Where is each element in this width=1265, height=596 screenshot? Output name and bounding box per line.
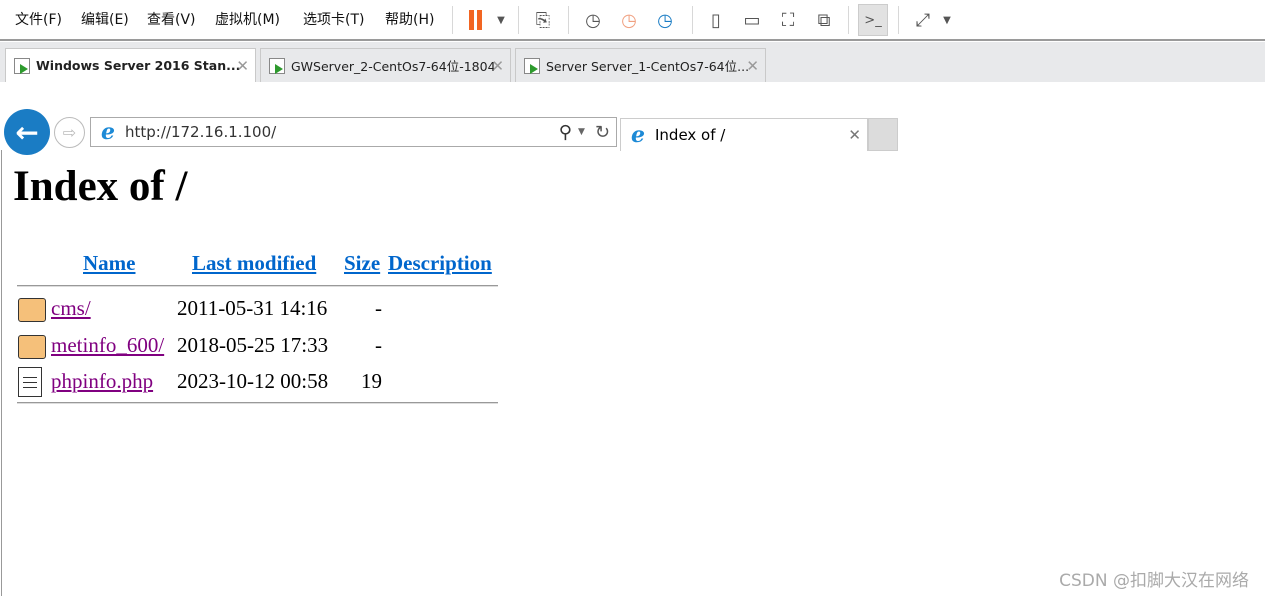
arrow-right-icon: ⇨	[62, 123, 77, 142]
menu-tabs[interactable]: 选项卡(T)	[303, 9, 364, 29]
vm-running-icon	[524, 57, 540, 74]
ie-icon: e	[101, 119, 115, 145]
last-modified: 2018-05-25 17:33	[177, 333, 329, 357]
pause-icon[interactable]	[462, 7, 488, 33]
arrow-left-icon: ←	[15, 115, 39, 149]
url-text[interactable]: http://172.16.1.100/	[125, 123, 559, 141]
browser-tab[interactable]: e Index of / ✕	[620, 118, 868, 151]
sort-by-last-modified[interactable]: Last modified	[192, 251, 316, 276]
size: -	[375, 333, 382, 357]
fullscreen-icon[interactable]: ⛶	[775, 7, 801, 33]
sort-by-name[interactable]: Name	[83, 251, 135, 276]
address-bar[interactable]: e http://172.16.1.100/ ⚲ ▼ ↻	[90, 117, 617, 147]
sidebar-view-icon[interactable]: ▯	[703, 7, 729, 33]
file-link[interactable]: metinfo_600/	[51, 333, 164, 358]
stretch-icon[interactable]: ⤢	[910, 7, 936, 33]
dropdown-icon[interactable]: ▼	[488, 7, 514, 33]
snapshot-manager-icon[interactable]: ◷	[652, 7, 678, 33]
sort-by-size[interactable]: Size	[344, 251, 380, 276]
close-icon[interactable]: ✕	[491, 57, 504, 75]
thumbnail-view-icon[interactable]: ▭	[739, 7, 765, 33]
close-icon[interactable]: ✕	[848, 126, 861, 144]
file-icon	[18, 367, 42, 397]
vm-running-icon	[269, 57, 285, 74]
close-icon[interactable]: ✕	[746, 57, 759, 75]
menu-vm[interactable]: 虚拟机(M)	[215, 9, 280, 29]
folder-icon	[18, 335, 46, 359]
file-link[interactable]: phpinfo.php	[51, 369, 153, 394]
menu-view[interactable]: 查看(V)	[147, 9, 196, 29]
browser-tab-title: Index of /	[655, 126, 726, 144]
unity-icon[interactable]: ⧉	[811, 7, 837, 33]
size: -	[375, 296, 382, 320]
snapshot-icon[interactable]: ◷	[580, 7, 606, 33]
dropdown-icon[interactable]: ▼	[934, 7, 960, 33]
folder-icon	[18, 298, 46, 322]
separator	[518, 6, 519, 34]
watermark: CSDN @扣脚大汉在网络	[1059, 571, 1249, 591]
separator	[692, 6, 693, 34]
console-icon[interactable]: >_	[858, 4, 888, 36]
vm-tab-label: Windows Server 2016 Stan...	[36, 58, 241, 73]
revert-snapshot-icon[interactable]: ◷	[616, 7, 642, 33]
dropdown-icon[interactable]: ▼	[578, 127, 585, 137]
menu-help[interactable]: 帮助(H)	[385, 9, 434, 29]
sort-by-description[interactable]: Description	[388, 251, 492, 276]
vm-running-icon	[14, 57, 30, 74]
search-icon[interactable]: ⚲	[559, 122, 572, 143]
vm-tab-label: GWServer_2-CentOs7-64位-1804	[291, 59, 496, 74]
vm-tab[interactable]: GWServer_2-CentOs7-64位-1804 ✕	[260, 48, 511, 82]
vm-tab[interactable]: Windows Server 2016 Stan... ✕	[5, 48, 256, 82]
size: 19	[361, 369, 382, 393]
vm-tab[interactable]: Server Server_1-CentOs7-64位... ✕	[515, 48, 766, 82]
vm-tab-label: Server Server_1-CentOs7-64位...	[546, 59, 750, 74]
separator	[848, 6, 849, 34]
divider	[17, 402, 498, 404]
new-tab-button[interactable]	[868, 118, 898, 151]
page-title: Index of /	[13, 163, 188, 210]
vm-tab-strip: Windows Server 2016 Stan... ✕ GWServer_2-…	[0, 42, 1265, 82]
file-link[interactable]: cms/	[51, 296, 91, 321]
back-button[interactable]: ←	[4, 109, 50, 155]
separator	[898, 6, 899, 34]
refresh-icon[interactable]: ↻	[595, 122, 610, 143]
separator	[568, 6, 569, 34]
forward-button[interactable]: ⇨	[54, 117, 85, 148]
menu-file[interactable]: 文件(F)	[15, 9, 62, 29]
send-ctrl-alt-del-icon[interactable]: ⎘	[530, 7, 556, 33]
last-modified: 2023-10-12 00:58	[177, 369, 329, 393]
close-icon[interactable]: ✕	[236, 57, 249, 75]
last-modified: 2011-05-31 14:16	[177, 296, 328, 320]
separator	[452, 6, 453, 34]
divider	[17, 285, 498, 287]
guest-screen-border	[1, 150, 2, 596]
ie-icon: e	[631, 122, 645, 148]
vm-menubar: 文件(F) 编辑(E) 查看(V) 虚拟机(M) 选项卡(T) 帮助(H) ▼ …	[0, 0, 1265, 41]
menu-edit[interactable]: 编辑(E)	[81, 9, 129, 29]
